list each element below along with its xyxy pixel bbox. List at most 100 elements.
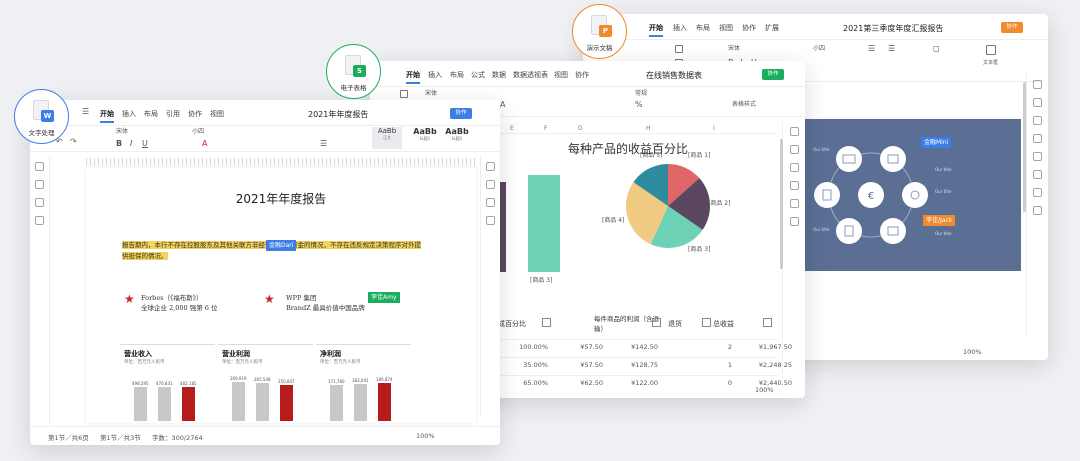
sheet-bold-icon[interactable]: A (500, 101, 505, 109)
doc-app-icon[interactable]: W 文字处理 (14, 89, 69, 144)
table-cell[interactable]: 2 (698, 343, 732, 351)
table-filter-icon[interactable] (652, 318, 661, 327)
table-cell[interactable]: ¥122.00 (603, 379, 658, 387)
align-icon[interactable]: ☰ (320, 140, 327, 148)
doc-page[interactable]: 2021年年度报告 报告期内，本行不存在控股股东及其他关联方非经营性占用资金的情… (86, 168, 476, 423)
style-heading2[interactable]: AaBb 标题2 (442, 127, 472, 149)
doc-tab-collab[interactable]: 协作 (188, 109, 202, 119)
table-cell[interactable]: 65.00% (498, 379, 548, 387)
style-normal[interactable]: AaBb 正文 (372, 127, 402, 149)
italic-icon[interactable]: I (130, 140, 132, 148)
ppt-textbox-icon[interactable] (986, 45, 996, 55)
sheet-panel-icon[interactable] (790, 163, 799, 172)
sheet-app-icon[interactable]: S 电子表格 (326, 44, 381, 99)
ppt-shape-icon[interactable]: ◻ (933, 45, 940, 53)
sheet-panel-icon[interactable] (790, 181, 799, 190)
sheet-tab-view[interactable]: 视图 (554, 70, 568, 80)
ppt-panel-icon[interactable] (1033, 116, 1042, 125)
ppt-tab-extend[interactable]: 扩展 (765, 23, 779, 33)
sheet-tab-pivot[interactable]: 数据透视表 (513, 70, 548, 80)
table-cell[interactable]: 1 (698, 361, 732, 369)
doc-rail-icon[interactable] (35, 198, 44, 207)
table-cell[interactable]: ¥62.50 (553, 379, 603, 387)
doc-tab-reference[interactable]: 引用 (166, 109, 180, 119)
doc-collab-button[interactable]: 协作 (450, 108, 472, 119)
doc-right-icon[interactable] (486, 162, 495, 171)
ppt-font-select[interactable]: 宋体 (728, 45, 740, 53)
status-section[interactable]: 第1节／共3节 (100, 432, 141, 442)
doc-size-select[interactable]: 小四 (192, 128, 204, 136)
doc-rail-icon[interactable] (35, 180, 44, 189)
sheet-panel-icon[interactable] (790, 217, 799, 226)
doc-font-select[interactable]: 宋体 (116, 128, 128, 136)
doc-menu-icon[interactable]: ☰ (82, 108, 89, 116)
font-color-icon[interactable]: A (202, 140, 207, 148)
ppt-tab-layout[interactable]: 布局 (696, 23, 710, 33)
doc-tab-insert[interactable]: 插入 (122, 109, 136, 119)
status-wordcount[interactable]: 字数：300/2764 (152, 432, 203, 442)
sheet-chart[interactable]: 每种产品的收益百分比 [商品 1] [商品 2] [商品 3] [商品 4] [商品 5… (498, 135, 778, 295)
sheet-col[interactable]: I (713, 125, 715, 132)
ppt-panel-icon[interactable] (1033, 80, 1042, 89)
sheet-col[interactable]: E (510, 125, 514, 132)
sheet-zoom[interactable]: 100% (755, 386, 774, 394)
ppt-list-icon[interactable]: ☰ (888, 45, 895, 53)
doc-tab-home[interactable]: 开始 (100, 109, 114, 123)
table-cell[interactable]: 35.00% (498, 361, 548, 369)
sheet-col[interactable]: F (544, 125, 547, 132)
style-heading1[interactable]: AaBb 标题1 (410, 127, 440, 149)
table-filter-icon[interactable] (542, 318, 551, 327)
sheet-tab-insert[interactable]: 插入 (428, 70, 442, 80)
sheet-panel-icon[interactable] (790, 127, 799, 136)
table-filter-icon[interactable] (763, 318, 772, 327)
ppt-zoom[interactable]: 100% (963, 348, 982, 356)
ppt-size-select[interactable]: 小四 (813, 45, 825, 53)
sheet-tab-collab[interactable]: 协作 (575, 70, 589, 80)
sheet-paste-icon[interactable] (400, 90, 408, 98)
redo-icon[interactable]: ↷ (70, 138, 77, 146)
sheet-panel-icon[interactable] (790, 199, 799, 208)
ppt-tab-collab[interactable]: 协作 (742, 23, 756, 33)
sheet-percent-icon[interactable]: % (635, 101, 643, 109)
sheet-tab-home[interactable]: 开始 (406, 70, 420, 84)
table-filter-icon[interactable] (702, 318, 711, 327)
status-page[interactable]: 第1节／共6页 (48, 432, 89, 442)
sheet-col[interactable]: H (646, 125, 651, 132)
ppt-panel-icon[interactable] (1033, 134, 1042, 143)
ppt-scrollbar[interactable] (1023, 82, 1026, 212)
table-cell[interactable]: ¥142.50 (603, 343, 658, 351)
ppt-tab-insert[interactable]: 插入 (673, 23, 687, 33)
doc-rail-icon[interactable] (35, 162, 44, 171)
ppt-panel-icon[interactable] (1033, 98, 1042, 107)
mini-chart[interactable]: 营业收入 单位：百万元人民币 498,595 476,831 482,185 (120, 344, 215, 424)
sheet-tab-data[interactable]: 数据 (492, 70, 506, 80)
sheet-scrollbar[interactable] (780, 139, 783, 269)
doc-tab-view[interactable]: 视图 (210, 109, 224, 119)
bold-icon[interactable]: B (116, 140, 122, 148)
doc-right-icon[interactable] (486, 198, 495, 207)
doc-right-icon[interactable] (486, 216, 495, 225)
sheet-format-select[interactable]: 常规 (635, 90, 647, 98)
side-bar[interactable] (528, 175, 560, 272)
ppt-panel-icon[interactable] (1033, 152, 1042, 161)
ppt-tab-view[interactable]: 视图 (719, 23, 733, 33)
table-cell[interactable]: ¥57.50 (553, 361, 603, 369)
table-cell[interactable]: 100.00% (498, 343, 548, 351)
sheet-table-style[interactable]: 表格样式 (732, 101, 756, 109)
ppt-panel-icon[interactable] (1033, 206, 1042, 215)
doc-tab-layout[interactable]: 布局 (144, 109, 158, 119)
ppt-tab-home[interactable]: 开始 (649, 23, 663, 37)
table-cell[interactable]: 0 (698, 379, 732, 387)
sheet-collab-button[interactable]: 协作 (762, 69, 784, 80)
ppt-collab-button[interactable]: 协作 (1001, 22, 1023, 33)
sheet-tab-formula[interactable]: 公式 (471, 70, 485, 80)
doc-zoom[interactable]: 100% (416, 432, 435, 440)
doc-rail-icon[interactable] (35, 216, 44, 225)
ppt-panel-icon[interactable] (1033, 188, 1042, 197)
ppt-app-icon[interactable]: P 演示文稿 (572, 4, 627, 59)
sheet-panel-icon[interactable] (790, 145, 799, 154)
ppt-panel-icon[interactable] (1033, 170, 1042, 179)
mini-chart[interactable]: 营业利润 单位：百万元人民币 269,919 265,548 250,847 (218, 344, 313, 424)
sheet-font-select[interactable]: 宋体 (425, 90, 437, 98)
doc-right-icon[interactable] (486, 180, 495, 189)
